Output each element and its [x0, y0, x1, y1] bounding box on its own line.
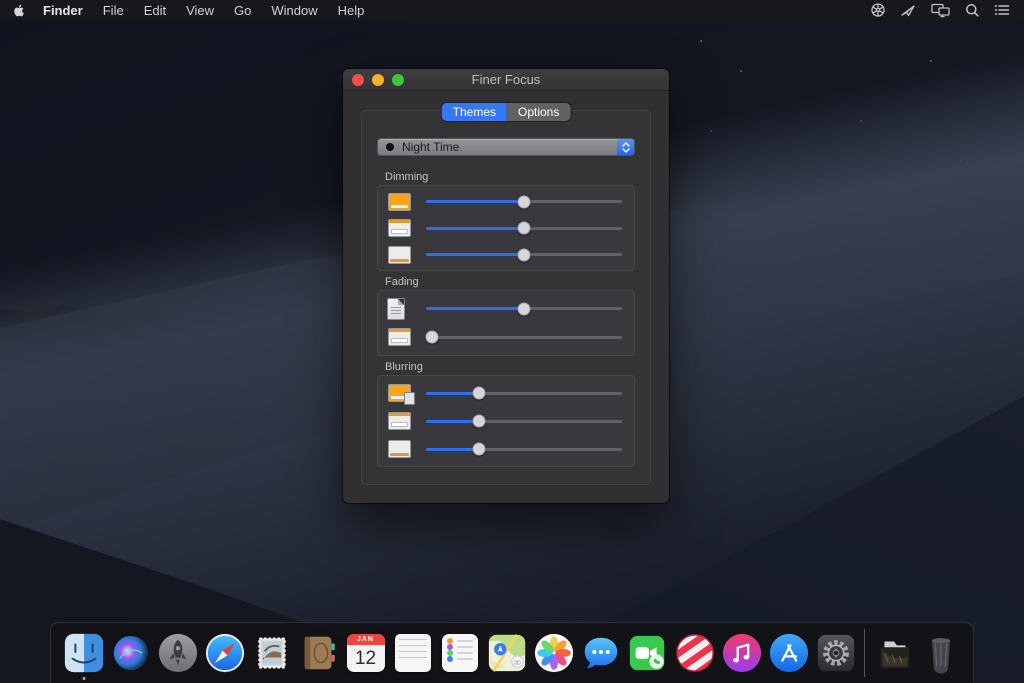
- minimize-button[interactable]: [372, 74, 384, 86]
- dock-calendar-icon[interactable]: JAN 12: [342, 625, 389, 681]
- fading-slider-window[interactable]: [426, 330, 622, 344]
- menu-item-edit[interactable]: Edit: [144, 3, 166, 18]
- menu-item-help[interactable]: Help: [338, 3, 365, 18]
- rocket-icon[interactable]: [900, 3, 917, 18]
- slider-thumb[interactable]: [518, 222, 531, 235]
- menu-item-go[interactable]: Go: [234, 3, 251, 18]
- dock-facetime-icon[interactable]: [624, 625, 671, 681]
- calendar-month-label: JAN: [347, 634, 385, 645]
- theme-select[interactable]: Night Time: [377, 138, 635, 156]
- dock-reminders-icon[interactable]: [436, 625, 483, 681]
- menu-item-window[interactable]: Window: [271, 3, 317, 18]
- dock-finder-icon[interactable]: [60, 625, 107, 681]
- inactive-window-icon: [388, 328, 411, 346]
- theme-select-value: Night Time: [402, 140, 459, 154]
- dock-maps-icon[interactable]: 3D: [483, 625, 530, 681]
- blurring-slider-windoc[interactable]: [426, 386, 622, 400]
- displays-icon[interactable]: [931, 3, 951, 18]
- menu-item-file[interactable]: File: [103, 3, 124, 18]
- fading-slider-document[interactable]: [426, 302, 622, 316]
- slider-thumb[interactable]: [472, 443, 485, 456]
- slider-thumb[interactable]: [518, 195, 531, 208]
- dock: JAN 12 3D: [50, 622, 974, 683]
- blurring-group: [377, 375, 635, 467]
- black-circle-icon: [386, 143, 394, 151]
- inactive-window-icon: [388, 412, 411, 430]
- svg-text:3D: 3D: [514, 660, 521, 666]
- dock-siri-icon[interactable]: [107, 625, 154, 681]
- finer-focus-window: Finer Focus Themes Options Night Time Di…: [343, 69, 669, 503]
- wheel-icon[interactable]: [870, 2, 886, 18]
- apple-menu-icon[interactable]: [12, 3, 27, 18]
- section-label-blurring: Blurring: [385, 361, 423, 373]
- finder-running-indicator: [82, 677, 85, 680]
- slider-thumb[interactable]: [472, 387, 485, 400]
- slider-row: [378, 380, 634, 406]
- menu-app-name[interactable]: Finder: [43, 3, 83, 18]
- slider-row: [378, 408, 634, 434]
- dock-messages-icon[interactable]: [577, 625, 624, 681]
- slider-row: [378, 189, 634, 215]
- popup-stepper-icon: [617, 139, 634, 155]
- tab-themes[interactable]: Themes: [442, 103, 507, 121]
- slider-thumb[interactable]: [472, 415, 485, 428]
- dock-contacts-icon[interactable]: [295, 625, 342, 681]
- zoom-button[interactable]: [392, 74, 404, 86]
- fading-group: [377, 290, 635, 356]
- tab-options[interactable]: Options: [507, 103, 570, 121]
- dock-notes-icon[interactable]: [389, 625, 436, 681]
- calendar-day-label: 12: [347, 645, 385, 672]
- dock-divider: [864, 629, 865, 677]
- dock-itunes-icon[interactable]: [718, 625, 765, 681]
- close-button[interactable]: [352, 74, 364, 86]
- section-label-fading: Fading: [385, 276, 419, 288]
- dock-launchpad-icon[interactable]: [154, 625, 201, 681]
- dock-app-store-icon[interactable]: [765, 625, 812, 681]
- slider-thumb[interactable]: [425, 331, 438, 344]
- notification-center-icon[interactable]: [994, 3, 1010, 17]
- desktop-window-icon: [388, 246, 411, 264]
- slider-thumb[interactable]: [518, 302, 531, 315]
- dock-mail-icon[interactable]: [248, 625, 295, 681]
- spotlight-search-icon[interactable]: [965, 3, 980, 18]
- menu-bar: Finder File Edit View Go Window Help: [0, 0, 1024, 20]
- blurring-slider-inactive[interactable]: [426, 414, 622, 428]
- dimming-slider-desktop[interactable]: [426, 248, 622, 262]
- dimming-slider-active[interactable]: [426, 195, 622, 209]
- dock-system-preferences-icon[interactable]: [812, 625, 859, 681]
- active-window-icon: [388, 193, 411, 211]
- section-label-dimming: Dimming: [385, 171, 428, 183]
- tab-bar: Themes Options: [442, 103, 571, 121]
- slider-thumb[interactable]: [518, 248, 531, 261]
- dimming-slider-inactive[interactable]: [426, 221, 622, 235]
- title-bar[interactable]: Finer Focus: [343, 69, 669, 91]
- menu-item-view[interactable]: View: [186, 3, 214, 18]
- slider-row: [378, 242, 634, 268]
- dock-downloads-stack-icon[interactable]: [870, 625, 917, 681]
- desktop: Finder File Edit View Go Window Help: [0, 0, 1024, 683]
- slider-row: [378, 296, 634, 322]
- window-document-icon: [388, 384, 411, 402]
- desktop-window-icon: [388, 440, 411, 458]
- slider-row: [378, 324, 634, 350]
- dock-news-icon[interactable]: [671, 625, 718, 681]
- dimming-group: [377, 185, 635, 271]
- inactive-window-icon: [388, 219, 411, 237]
- slider-row: [378, 436, 634, 462]
- document-icon: [388, 299, 404, 319]
- dock-photos-icon[interactable]: [530, 625, 577, 681]
- dock-trash-icon[interactable]: [917, 625, 964, 681]
- dock-safari-icon[interactable]: [201, 625, 248, 681]
- blurring-slider-desktop[interactable]: [426, 442, 622, 456]
- slider-row: [378, 215, 634, 241]
